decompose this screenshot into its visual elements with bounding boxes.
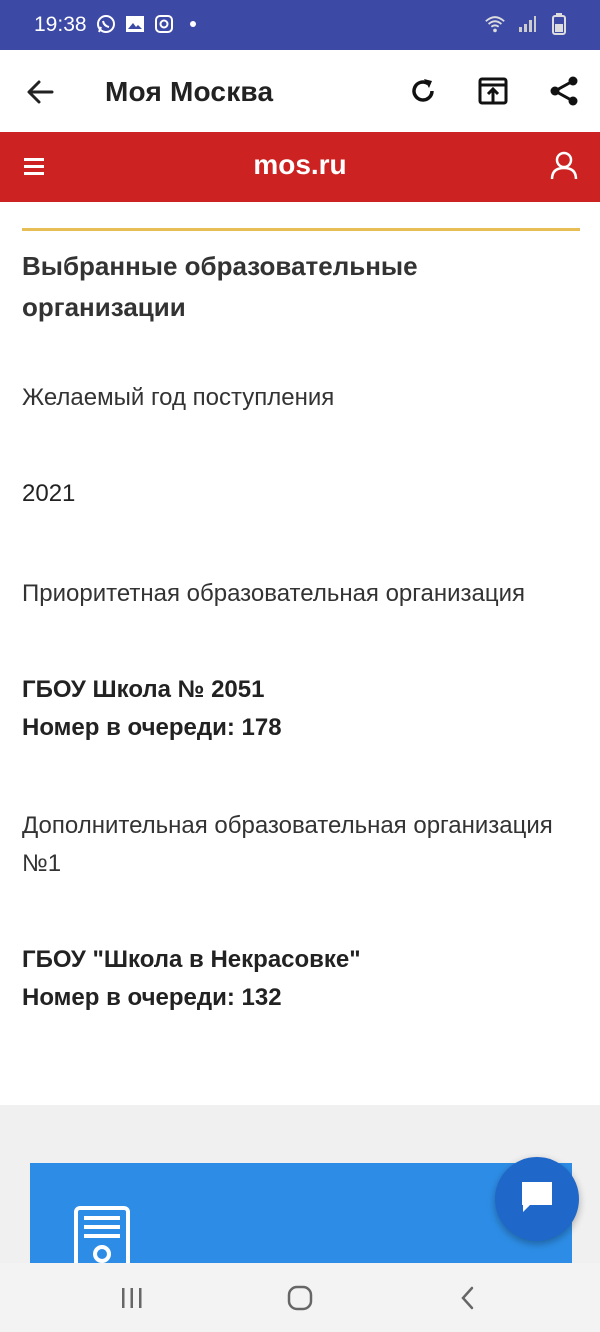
document-icon	[72, 1206, 132, 1263]
priority-org-queue: Номер в очереди: 178	[22, 714, 282, 741]
section-divider	[22, 228, 580, 231]
back-icon[interactable]	[448, 1283, 488, 1313]
recent-apps-icon[interactable]	[112, 1283, 152, 1313]
dot-icon	[190, 21, 196, 27]
wifi-icon	[484, 13, 506, 35]
back-arrow-icon[interactable]	[22, 74, 58, 110]
status-bar: 19:38	[0, 0, 600, 50]
system-icons	[484, 13, 570, 35]
selected-organizations-section: Выбранные образовательные организации Же…	[22, 246, 578, 1017]
chat-button[interactable]	[495, 1157, 579, 1241]
system-nav-bar	[0, 1263, 600, 1332]
additional-org-label: Дополнительная образовательная организац…	[22, 812, 553, 877]
section-title: Выбранные образовательные организации	[22, 251, 418, 322]
priority-org-name: ГБОУ Школа № 2051	[22, 676, 265, 703]
notification-icons	[95, 13, 196, 35]
app-bar: Моя Москва	[0, 50, 600, 132]
battery-icon	[548, 13, 570, 35]
desired-year-label: Желаемый год поступления	[22, 384, 335, 411]
signal-icon	[516, 13, 538, 35]
additional-org-queue: Номер в очереди: 132	[22, 984, 282, 1011]
image-icon	[124, 13, 146, 35]
chat-icon	[518, 1178, 556, 1221]
desired-year-value: 2021	[22, 480, 76, 507]
site-header: mos.ru	[0, 132, 600, 202]
app-title: Моя Москва	[105, 76, 274, 107]
additional-org-name: ГБОУ "Школа в Некрасовке"	[22, 946, 361, 973]
open-external-icon[interactable]	[475, 72, 511, 110]
site-logo[interactable]: mos.ru	[0, 149, 600, 181]
home-icon[interactable]	[280, 1283, 320, 1313]
refresh-icon[interactable]	[405, 72, 441, 110]
status-time: 19:38	[34, 13, 87, 36]
instagram-icon	[153, 13, 175, 35]
priority-org-label: Приоритетная образовательная организация	[22, 580, 526, 607]
whatsapp-icon	[95, 13, 117, 35]
user-icon[interactable]	[548, 150, 580, 182]
share-icon[interactable]	[546, 72, 582, 110]
